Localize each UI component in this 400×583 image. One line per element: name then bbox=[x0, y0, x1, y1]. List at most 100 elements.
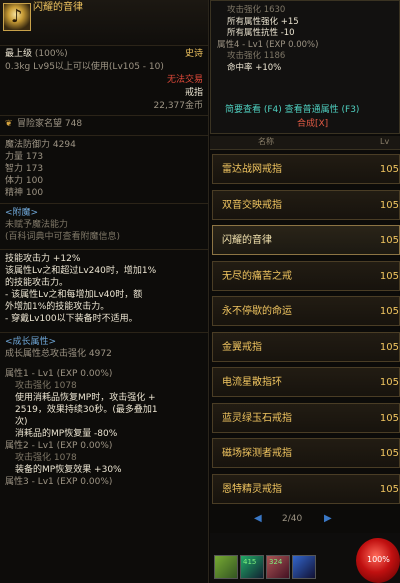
effect-line: 外增加1%的技能攻击力。 bbox=[5, 302, 110, 312]
stat-value: 100 bbox=[25, 188, 44, 198]
fame-label: 冒险家名望 bbox=[17, 119, 63, 130]
stat-label: 体力 bbox=[5, 176, 24, 186]
skill-slot[interactable]: 415 bbox=[240, 555, 264, 579]
growth-attr-extra: 装备的MP恢复效果 +30% bbox=[15, 465, 122, 475]
mini-tip-line: 命中率 +10% bbox=[227, 62, 282, 73]
effect-line: 该属性Lv之和超过Lv240时，增加1% bbox=[5, 266, 157, 276]
header-name[interactable]: 名称 bbox=[258, 137, 274, 147]
effect-line: - 该属性Lv之和每增加Lv40时，额 bbox=[5, 290, 143, 300]
list-item[interactable]: 电流星散指环 105 bbox=[212, 367, 400, 397]
stats-section: 魔法防御力 4294 力量 173 智力 173 体力 100 精神 100 bbox=[0, 136, 208, 204]
item-durability: (100%) bbox=[34, 48, 68, 59]
item-trade-status: 无法交易 bbox=[166, 74, 203, 85]
mini-tip-line: 属性4 - Lv1 (EXP 0.00%) bbox=[217, 39, 319, 50]
stat-label: 魔法防御力 bbox=[5, 140, 51, 150]
next-page-icon[interactable]: ▶ bbox=[324, 513, 332, 526]
list-item-name: 蓝灵绿玉石戒指 bbox=[222, 412, 292, 424]
mini-tip-line: 所有属性强化 +15 bbox=[227, 16, 299, 27]
list-item-level: 105 bbox=[379, 377, 399, 388]
item-requirement: Lv95以上可以使用(Lv105 - 10) bbox=[33, 61, 164, 72]
growth-attr-desc: 2519，效果持续30秒。(最多叠加1 bbox=[15, 405, 158, 415]
growth-attr-desc: 次) bbox=[15, 417, 28, 427]
list-item-name: 雷达战网戒指 bbox=[222, 164, 282, 175]
stat-value: 4294 bbox=[52, 140, 76, 150]
growth-attr-title: 属性2 - Lv1 (EXP 0.00%) bbox=[5, 441, 113, 451]
growth-attr-title: 属性1 - Lv1 (EXP 0.00%) bbox=[5, 369, 113, 379]
stat-value: 100 bbox=[25, 176, 44, 186]
growth-attr-desc: 使用消耗品恢复MP时，攻击强化 + bbox=[15, 393, 156, 403]
item-basic-info: 最上级 (100%) 史诗 0.3kg Lv95以上可以使用(Lv105 - 1… bbox=[0, 46, 208, 116]
hp-orb: 100% bbox=[356, 538, 400, 583]
list-item-name: 双音交映戒指 bbox=[222, 199, 282, 211]
item-list: 雷达战网戒指 105 双音交映戒指 105 闪耀的音律 105 无尽的痛苦之戒 105 … bbox=[212, 154, 400, 509]
list-item[interactable]: 金翼戒指 105 bbox=[212, 331, 400, 362]
item-type: 戒指 bbox=[184, 87, 203, 98]
item-price: 22,377金币 bbox=[153, 100, 204, 111]
stat-label: 智力 bbox=[5, 164, 24, 174]
item-weight: 0.3kg bbox=[5, 61, 31, 72]
effect-line: 的技能攻击力。 bbox=[5, 278, 69, 288]
view-mode-links[interactable]: 简要查看 (F4) 查看普通属性 (F3) bbox=[225, 105, 359, 116]
slot-count: 415 bbox=[243, 558, 257, 566]
list-item-level: 105 bbox=[379, 341, 399, 353]
compose-button[interactable]: 合成[X] bbox=[297, 119, 328, 130]
list-item-name: 无尽的痛苦之戒 bbox=[222, 270, 292, 282]
enchant-section: <附魔> 未赋予魔法能力 (百科词典中可查看附魔信息) bbox=[0, 204, 208, 250]
mini-tip-line: 所有属性抗性 -10 bbox=[227, 28, 295, 38]
list-item-selected[interactable]: 闪耀的音律 105 bbox=[212, 225, 400, 255]
skill-slot[interactable]: 324 bbox=[266, 555, 290, 579]
list-item-level: 105 bbox=[379, 235, 399, 246]
list-item-level: 105 bbox=[379, 483, 399, 495]
growth-total-value: 4972 bbox=[88, 349, 112, 359]
growth-attr-atk: 攻击强化 1078 bbox=[15, 381, 77, 391]
list-item-level: 105 bbox=[379, 448, 399, 459]
growth-attr-atk: 攻击强化 1078 bbox=[15, 453, 77, 463]
item-list-panel: 攻击强化 1630 所有属性强化 +15 所有属性抗性 -10 属性4 - Lv… bbox=[210, 0, 400, 583]
enchant-hint: (百科词典中可查看附魔信息) bbox=[5, 232, 121, 242]
stat-value: 173 bbox=[25, 164, 44, 174]
list-item-level: 105 bbox=[379, 306, 399, 317]
list-item-level: 105 bbox=[379, 164, 399, 175]
effect-line: - 穿戴Lv100以下装备时不适用。 bbox=[5, 314, 138, 324]
pagination: ◀ 2/40 ▶ bbox=[254, 513, 364, 527]
list-item[interactable]: 无尽的痛苦之戒 105 bbox=[212, 260, 400, 291]
stat-label: 精神 bbox=[5, 188, 24, 198]
growth-section: <成长属性> 成长属性总攻击强化 4972 属性1 - Lv1 (EXP 0.0… bbox=[0, 333, 208, 491]
skill-slot[interactable] bbox=[214, 555, 238, 579]
secondary-tooltip: 攻击强化 1630 所有属性强化 +15 所有属性抗性 -10 属性4 - Lv… bbox=[210, 0, 400, 134]
skill-slot[interactable] bbox=[292, 555, 316, 579]
list-item-name: 永不停歇的命运 bbox=[222, 306, 292, 317]
list-item-level: 105 bbox=[379, 199, 399, 211]
list-item[interactable]: 恩特精灵戒指 105 bbox=[212, 473, 400, 504]
growth-title: <成长属性> bbox=[5, 337, 57, 347]
list-item[interactable]: 永不停歇的命运 105 bbox=[212, 296, 400, 326]
item-rarity: 史诗 bbox=[184, 48, 203, 59]
fame-icon: ❦ bbox=[5, 119, 13, 130]
growth-attr-title: 属性3 - Lv1 (EXP 0.00%) bbox=[5, 477, 113, 487]
prev-page-icon[interactable]: ◀ bbox=[254, 513, 262, 526]
list-item-level: 105 bbox=[379, 412, 399, 424]
tooltip-header: 闪耀的音律 bbox=[0, 0, 208, 46]
slot-count: 324 bbox=[269, 558, 283, 566]
enchant-title: <附魔> bbox=[5, 208, 39, 218]
fame-section: ❦ 冒险家名望 748 bbox=[0, 116, 208, 136]
hp-percent: 100% bbox=[367, 555, 390, 564]
header-level[interactable]: Lv bbox=[380, 137, 389, 147]
list-header: 名称 Lv bbox=[210, 136, 400, 150]
item-tooltip: 闪耀的音律 最上级 (100%) 史诗 0.3kg Lv95以上可以使用(Lv1… bbox=[0, 0, 209, 583]
enchant-status: 未赋予魔法能力 bbox=[5, 220, 69, 230]
list-item[interactable]: 蓝灵绿玉石戒指 105 bbox=[212, 402, 400, 433]
item-grade: 最上级 bbox=[5, 48, 33, 59]
effects-section: 技能攻击力 +12% 该属性Lv之和超过Lv240时，增加1% 的技能攻击力。 … bbox=[0, 250, 208, 333]
page-indicator: 2/40 bbox=[282, 514, 303, 524]
list-item-level: 105 bbox=[379, 270, 399, 282]
list-item[interactable]: 磁场探测者戒指 105 bbox=[212, 438, 400, 468]
list-item[interactable]: 雷达战网戒指 105 bbox=[212, 154, 400, 184]
list-item[interactable]: 双音交映戒指 105 bbox=[212, 189, 400, 220]
fame-value: 748 bbox=[64, 119, 83, 130]
growth-attr-extra: 消耗品的MP恢复量 -80% bbox=[15, 429, 118, 439]
list-item-name: 磁场探测者戒指 bbox=[222, 448, 292, 459]
mini-tip-line: 攻击强化 1630 bbox=[227, 5, 286, 15]
list-item-name: 恩特精灵戒指 bbox=[222, 483, 282, 495]
list-item-name: 闪耀的音律 bbox=[222, 235, 272, 246]
